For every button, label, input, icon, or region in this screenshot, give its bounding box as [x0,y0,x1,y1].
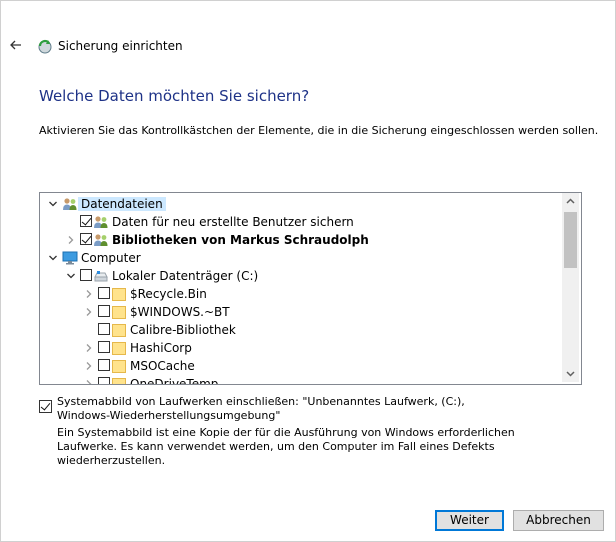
tree-item[interactable]: Datendateien [40,195,560,213]
tree-item[interactable]: Daten für neu erstellte Benutzer sichern [40,213,560,231]
tree-item-label: HashiCorp [130,341,192,355]
chevron-right-icon[interactable] [83,306,95,318]
users-icon [93,232,109,248]
tree-item[interactable]: Lokaler Datenträger (C:) [40,267,560,285]
tree-item-label: Calibre-Bibliothek [130,323,236,337]
backup-items-tree[interactable]: Datendateien Daten für neu erstellte Benu… [39,192,582,385]
folder-icon [112,288,126,301]
item-checkbox[interactable] [98,323,110,335]
item-checkbox[interactable] [80,233,92,245]
tree-item[interactable]: $Recycle.Bin [40,285,560,303]
tree-item-label: Bibliotheken von Markus Schraudolph [112,233,369,247]
chevron-down-icon[interactable] [47,198,59,210]
tree-item[interactable]: Bibliotheken von Markus Schraudolph [40,231,560,249]
tree-item[interactable]: Calibre-Bibliothek [40,321,560,339]
scroll-up-icon[interactable] [562,193,579,210]
chevron-right-icon[interactable] [83,360,95,372]
system-image-description: Ein Systemabbild ist eine Kopie der für … [57,426,515,467]
computer-icon [62,250,78,266]
tree-item[interactable]: HashiCorp [40,339,560,357]
window-title: Sicherung einrichten [58,39,183,53]
chevron-down-icon[interactable] [65,270,77,282]
page-heading: Welche Daten möchten Sie sichern? [39,87,310,105]
chevron-down-icon[interactable] [47,252,59,264]
instruction-text: Aktivieren Sie das Kontrollkästchen der … [39,124,599,137]
back-arrow-icon[interactable] [6,35,26,55]
item-checkbox[interactable] [98,305,110,317]
item-checkbox[interactable] [98,359,110,371]
item-checkbox[interactable] [98,377,110,384]
folder-icon [112,360,126,373]
next-button[interactable]: Weiter [435,510,504,531]
chevron-right-icon[interactable] [83,288,95,300]
tree-item-label: $WINDOWS.~BT [130,305,230,319]
tree-item-label: Computer [81,251,141,265]
item-checkbox[interactable] [98,341,110,353]
tree-item-label: MSOCache [130,359,195,373]
tree-item-label: Daten für neu erstellte Benutzer sichern [112,215,354,229]
scrollbar-thumb[interactable] [564,212,577,268]
tree-item-label: Lokaler Datenträger (C:) [112,269,259,283]
folder-icon [112,342,126,355]
scroll-down-icon[interactable] [562,365,579,382]
system-image-label[interactable]: Systemabbild von Laufwerken einschließen… [57,395,507,423]
backup-app-icon [36,37,54,55]
item-checkbox[interactable] [80,215,92,227]
tree-item[interactable]: $WINDOWS.~BT [40,303,560,321]
tree-item[interactable]: MSOCache [40,357,560,375]
chevron-right-icon[interactable] [65,234,77,246]
folder-icon [112,306,126,319]
tree-item[interactable]: OneDriveTemp [40,375,560,385]
item-checkbox[interactable] [80,269,92,281]
folder-icon [112,378,126,384]
chevron-right-icon[interactable] [83,378,95,384]
cancel-button[interactable]: Abbrechen [513,510,604,531]
users-icon [62,196,78,212]
system-image-checkbox[interactable] [39,400,52,413]
tree-item-label: OneDriveTemp [130,377,219,385]
folder-icon [112,324,126,337]
item-checkbox[interactable] [98,287,110,299]
tree-item-label: Datendateien [78,197,166,211]
users-icon [93,214,109,230]
drive-icon [93,268,109,284]
tree-item-label: $Recycle.Bin [130,287,207,301]
tree-item[interactable]: Computer [40,249,560,267]
chevron-right-icon[interactable] [83,342,95,354]
